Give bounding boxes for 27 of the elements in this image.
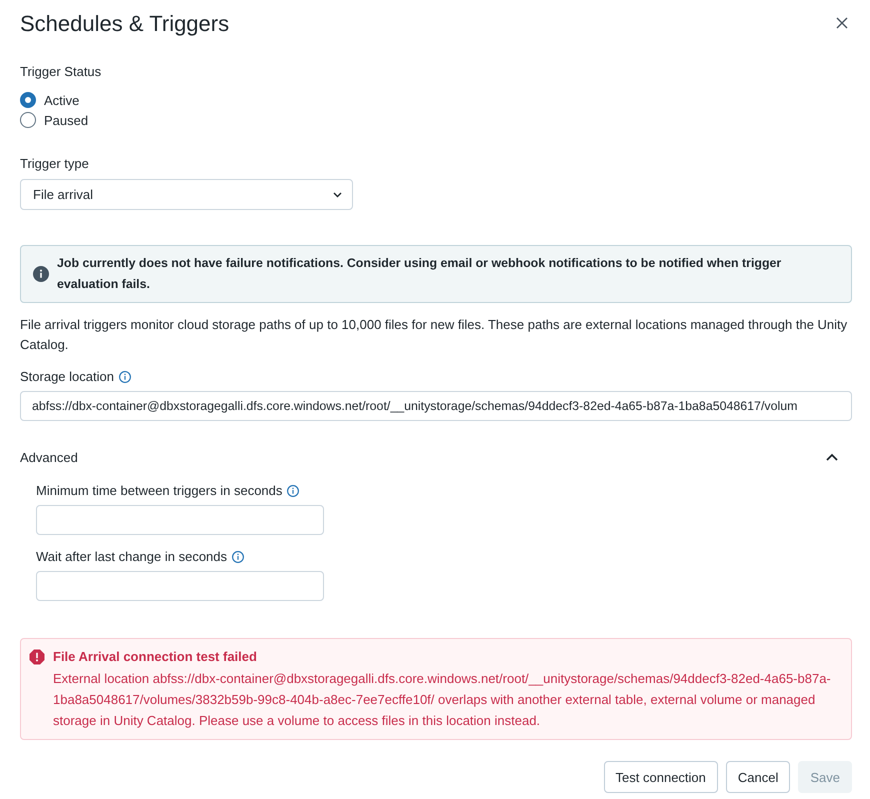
notice-text: Job currently does not have failure notifications. Consider using email or webhook notifications to be notified when trigger evaluation fails.	[57, 255, 782, 293]
error-title: File Arrival connection test failed	[53, 648, 258, 666]
chevron-down-icon	[333, 192, 342, 198]
field-label: Trigger Status	[20, 63, 102, 81]
info-icon[interactable]	[118, 371, 131, 383]
field-label: Storage location	[20, 368, 114, 386]
field-label: Trigger type	[20, 155, 89, 173]
field-label: Wait after last change in seconds	[36, 548, 228, 566]
info-icon[interactable]	[287, 485, 300, 497]
input-field[interactable]	[36, 571, 324, 601]
advanced-toggle[interactable]: Advanced	[20, 445, 852, 469]
info-icon[interactable]	[232, 551, 244, 563]
description-text: File arrival triggers monitor cloud storage paths of up to 10,000 files for new files. These paths are external locations managed through the Unity Catalog.	[20, 316, 848, 354]
storage-location-field[interactable]: abfss://dbx-container@dbxstoragegalli.dfs.core.windows.net/root/__unitystorage/schemas/94ddecf3-82ed-4a65-b87a-1ba8a5048617/volum	[20, 391, 852, 421]
dialog-title: Schedules & Triggers	[20, 10, 230, 38]
info-icon	[33, 266, 49, 282]
dialog-button[interactable]: Test connection	[604, 761, 718, 793]
input-field[interactable]	[36, 505, 324, 535]
field-label: Minimum time between triggers in seconds	[36, 482, 282, 500]
dialog-button[interactable]: Cancel	[726, 761, 790, 793]
error-message: External location abfss://dbx-container@dbxstoragegalli.dfs.core.windows.net/root/__unitystorage/schemas/94ddecf3-82ed-4a65-b87a-1ba8a5048617/volumes/3832b59b-99c8-404b-a8ec-7ee7ecffe10f/ overlaps with another external table, external volume or managed storage in Unity Catalog. Please use a volume to access files in this location instead.	[53, 670, 832, 730]
radio-option[interactable]: Active	[20, 90, 80, 110]
close-icon	[836, 17, 848, 29]
radio-option[interactable]: Paused	[20, 110, 88, 130]
error-icon	[29, 649, 45, 665]
trigger-type-select[interactable]: File arrival	[20, 179, 353, 210]
close-button[interactable]	[834, 15, 850, 31]
